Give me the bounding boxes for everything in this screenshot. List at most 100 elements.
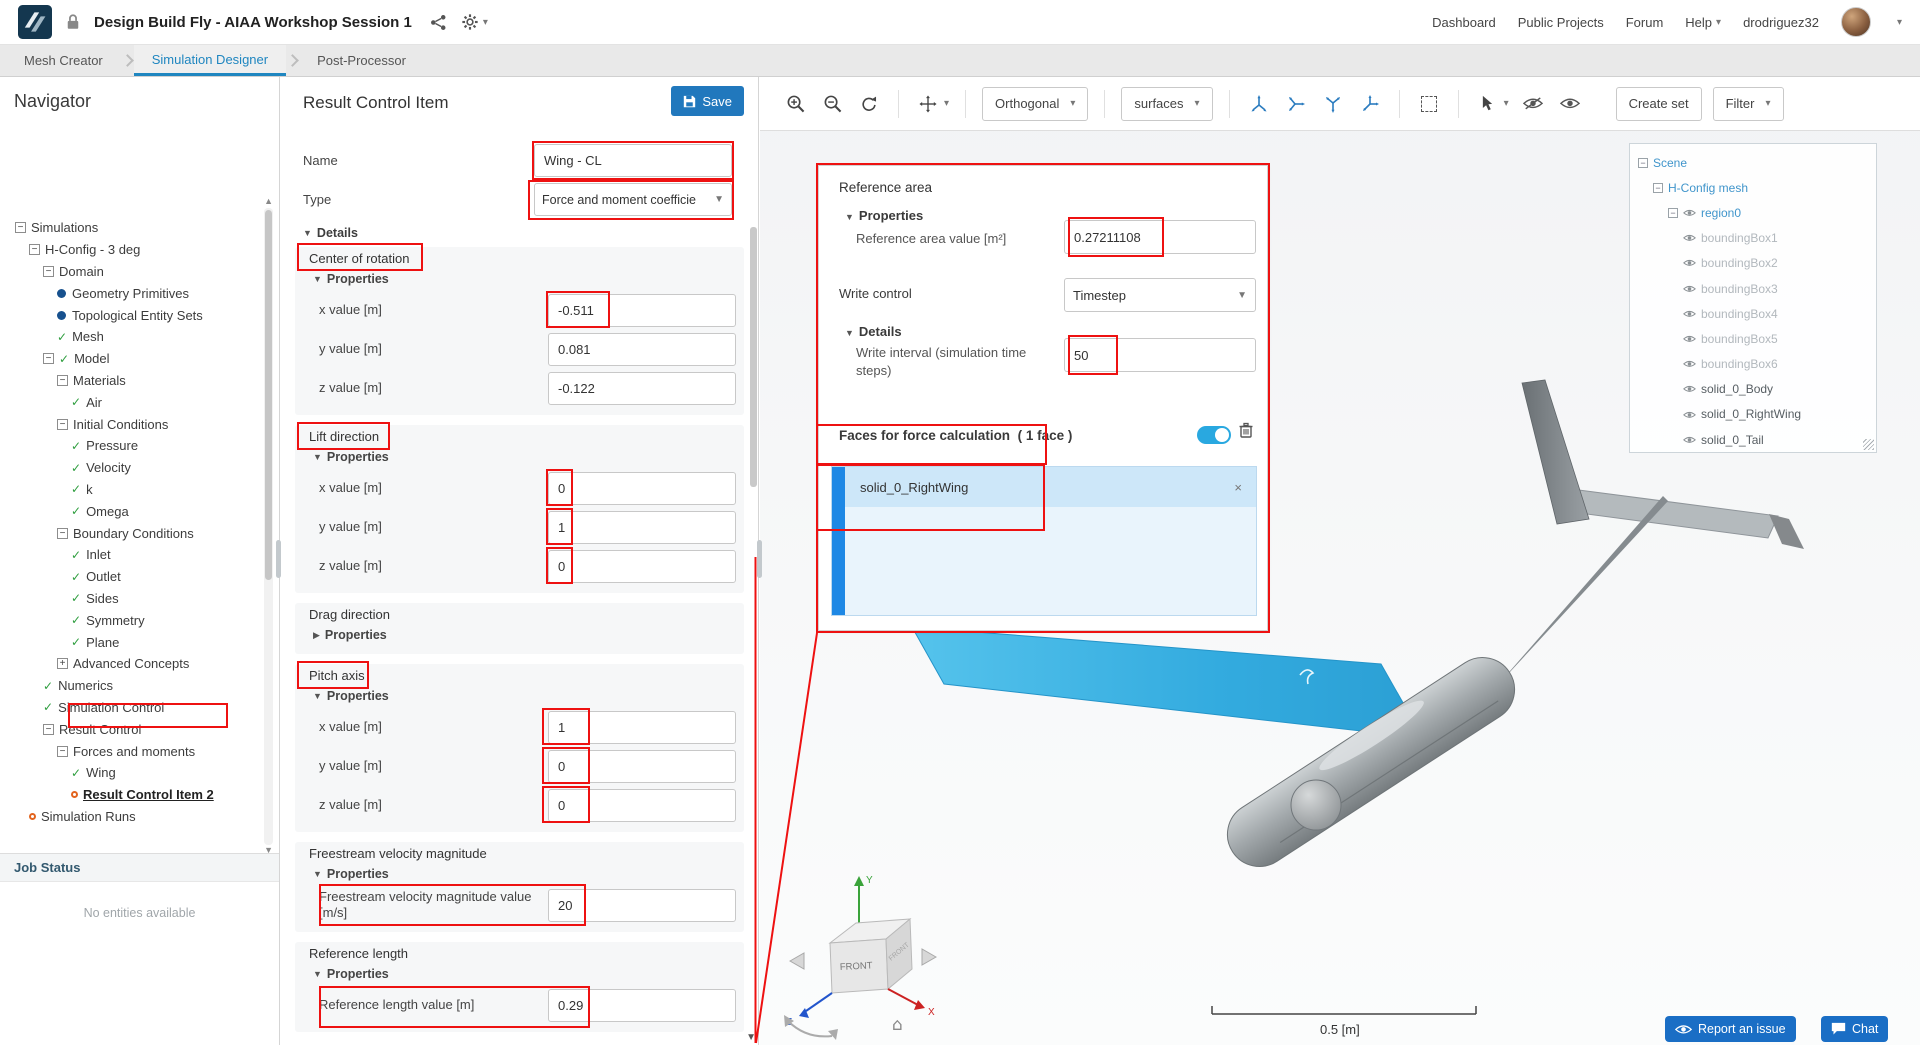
collapse-icon[interactable]: − [57,418,68,430]
scene-item-boundingbox2[interactable]: boundingBox2 [1630,251,1876,276]
pan-tool-chevron-icon[interactable]: ▾ [944,98,949,109]
collapse-icon[interactable]: − [57,374,68,386]
view-cube[interactable]: Y FRONT FRONT X Z ⌂ [784,875,938,1040]
navigator-item-outlet[interactable]: ✓ Outlet [0,566,259,588]
scene-item-h-config-mesh[interactable]: − H-Config mesh [1630,175,1876,200]
navigator-item-materials[interactable]: − Materials [0,370,259,392]
navigator-item-forces-and-moments[interactable]: − Forces and moments [0,740,259,762]
properties-header[interactable]: ▼ Properties [303,270,736,288]
cursor-select-icon[interactable] [1475,91,1501,117]
navigator-item-simulation-runs[interactable]: Simulation Runs [0,806,259,828]
navigator-item-wing[interactable]: ✓ Wing [0,762,259,784]
scene-item-boundingbox4[interactable]: boundingBox4 [1630,301,1876,326]
visibility-eye-icon[interactable] [1683,233,1696,243]
properties-header[interactable]: ▶ Properties [303,626,736,644]
navigator-item-plane[interactable]: ✓ Plane [0,631,259,653]
navigator-item-boundary-conditions[interactable]: − Boundary Conditions [0,522,259,544]
navigator-scrollbar[interactable] [264,208,273,845]
panel-resize-grip[interactable] [757,540,762,578]
details-header[interactable]: ▼ Details [845,324,902,339]
properties-header[interactable]: ▼ Properties [303,865,736,883]
type-select[interactable]: Force and moment coefficie ▼ [534,183,732,216]
x-value-m-input[interactable] [548,710,736,744]
scene-item-boundingbox6[interactable]: boundingBox6 [1630,352,1876,377]
navigator-item-result-control-item-2[interactable]: Result Control Item 2 [0,784,259,806]
panel-scrollbar[interactable] [750,227,757,487]
settings-gear-icon[interactable]: ▾ [461,13,488,31]
app-logo-icon[interactable] [18,5,52,39]
tab-simulation-designer[interactable]: Simulation Designer [133,45,287,76]
visibility-eye-icon[interactable] [1683,384,1696,394]
collapse-icon[interactable]: − [43,353,54,365]
view-axis-z-icon[interactable] [1357,91,1383,117]
scroll-up-icon[interactable]: ▲ [264,196,273,206]
navigator-item-velocity[interactable]: ✓ Velocity [0,457,259,479]
view-axis-y-icon[interactable] [1320,91,1346,117]
navigator-item-advanced-concepts[interactable]: + Advanced Concepts [0,653,259,675]
remove-face-icon[interactable]: × [1234,480,1242,495]
collapse-icon[interactable]: − [43,723,54,735]
properties-header[interactable]: ▼ Properties [303,687,736,705]
z-value-m-input[interactable] [548,788,736,822]
navigator-item-sides[interactable]: ✓ Sides [0,588,259,610]
top-link-forum[interactable]: Forum [1626,15,1664,30]
share-icon[interactable] [430,14,447,31]
name-input[interactable] [534,144,732,177]
resize-handle-icon[interactable] [1863,439,1874,450]
properties-header[interactable]: ▼ Properties [845,208,923,223]
visibility-eye-icon[interactable] [1683,284,1696,294]
account-chevron-down-icon[interactable]: ▾ [1897,17,1902,28]
scene-item-region0[interactable]: − region0 [1630,200,1876,225]
navigator-item-geometry-primitives[interactable]: Geometry Primitives [0,282,259,304]
visibility-eye-icon[interactable] [1683,410,1696,420]
navigator-item-model[interactable]: − ✓ Model [0,348,259,370]
scene-item-scene[interactable]: − Scene [1630,150,1876,175]
x-value-m-input[interactable] [548,293,736,327]
z-value-m-input[interactable] [548,371,736,405]
username[interactable]: drodriguez32 [1743,15,1819,30]
collapse-icon[interactable]: − [57,745,68,757]
scene-item-solid-0-tail[interactable]: solid_0_Tail [1630,427,1876,452]
visibility-eye-icon[interactable] [1683,334,1696,344]
zoom-out-icon[interactable] [819,91,845,117]
collapse-icon[interactable]: − [1638,157,1648,168]
details-header[interactable]: ▼ Details [303,225,758,241]
render-mode-select[interactable]: surfaces ▾ [1121,86,1213,121]
tab-post-processor[interactable]: Post-Processor [299,45,424,76]
create-set-button[interactable]: Create set [1615,86,1702,121]
view-axis-iso-icon[interactable] [1246,91,1272,117]
collapse-icon[interactable]: − [1668,207,1678,218]
faces-toggle[interactable] [1197,426,1231,444]
properties-header[interactable]: ▼ Properties [303,448,736,466]
collapse-icon[interactable]: − [57,527,68,539]
navigator-item-h-config-3-deg[interactable]: − H-Config - 3 deg [0,239,259,261]
pan-tool-icon[interactable] [915,91,941,117]
top-link-public-projects[interactable]: Public Projects [1518,15,1604,30]
top-link-dashboard[interactable]: Dashboard [1432,15,1496,30]
y-value-m-input[interactable] [548,332,736,366]
navigator-item-air[interactable]: ✓ Air [0,391,259,413]
collapse-icon[interactable]: − [15,222,26,234]
collapse-icon[interactable]: − [29,244,40,256]
reset-view-icon[interactable] [856,91,882,117]
panel-resize-grip[interactable] [276,540,281,578]
reference-length-value-m-input[interactable] [548,988,736,1022]
save-button[interactable]: Save [671,86,744,116]
hide-selection-eye-off-icon[interactable] [1520,91,1546,117]
scene-item-boundingbox3[interactable]: boundingBox3 [1630,276,1876,301]
visibility-eye-icon[interactable] [1683,435,1696,445]
navigator-item-numerics[interactable]: ✓ Numerics [0,675,259,697]
report-issue-button[interactable]: Report an issue [1665,1016,1796,1042]
scene-item-solid-0-rightwing[interactable]: solid_0_RightWing [1630,402,1876,427]
view-axis-x-icon[interactable] [1283,91,1309,117]
zoom-in-icon[interactable] [782,91,808,117]
show-all-eye-icon[interactable] [1557,91,1583,117]
box-select-icon[interactable] [1416,91,1442,117]
cursor-chevron-icon[interactable]: ▾ [1504,98,1509,109]
visibility-eye-icon[interactable] [1683,309,1696,319]
expand-icon[interactable]: + [57,658,68,670]
top-link-help[interactable]: Help ▾ [1685,15,1721,30]
navigator-item-result-control[interactable]: − Result Control [0,718,259,740]
chat-button[interactable]: Chat [1821,1016,1889,1042]
navigator-item-mesh[interactable]: ✓ Mesh [0,326,259,348]
